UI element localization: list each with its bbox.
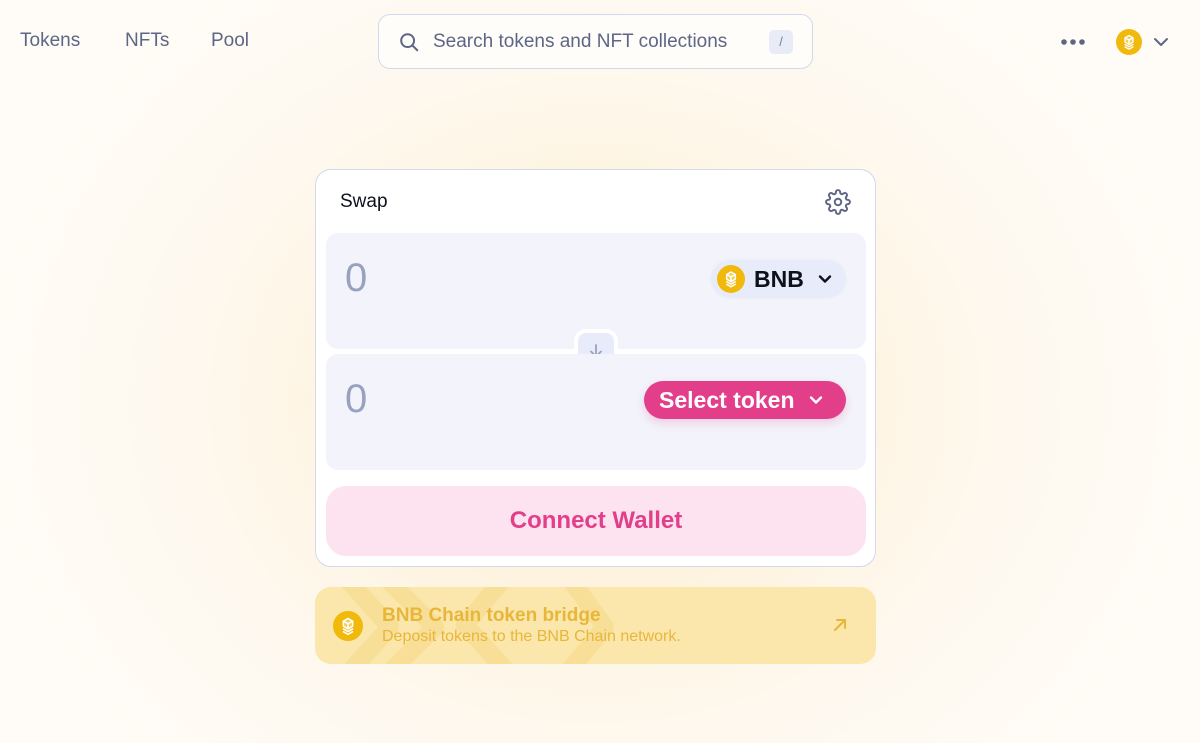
select-token-button[interactable]: Select token (644, 381, 846, 419)
nav-pool[interactable]: Pool (211, 30, 249, 52)
search-icon (400, 32, 419, 51)
to-amount-input[interactable] (345, 376, 625, 422)
more-options-button[interactable] (1058, 28, 1088, 56)
bnb-chain-icon (1116, 29, 1142, 55)
bridge-banner[interactable]: BNB Chain token bridge Deposit tokens to… (315, 587, 876, 664)
ellipsis-icon (1061, 39, 1085, 45)
swap-output-panel: Select token (326, 354, 866, 470)
bridge-subtitle: Deposit tokens to the BNB Chain network. (382, 628, 681, 645)
chevron-down-icon (1154, 38, 1168, 46)
swap-title: Swap (340, 191, 388, 212)
from-token-selector[interactable]: BNB (711, 260, 846, 298)
bnb-chain-icon (333, 611, 363, 641)
chevron-down-icon (818, 275, 832, 283)
settings-button[interactable] (825, 189, 851, 215)
chain-selector-button[interactable] (1116, 28, 1176, 56)
nav-nfts[interactable]: NFTs (125, 30, 169, 52)
bridge-title: BNB Chain token bridge (382, 605, 601, 626)
bnb-token-icon (717, 265, 745, 293)
search-shortcut-key: / (769, 29, 793, 54)
nav-tokens[interactable]: Tokens (20, 30, 80, 52)
select-token-label: Select token (659, 386, 795, 413)
chevron-down-icon (809, 396, 822, 404)
connect-wallet-button[interactable]: Connect Wallet (326, 486, 866, 556)
gear-icon (825, 189, 851, 215)
from-amount-input[interactable] (345, 255, 625, 301)
external-link-arrow-icon (834, 619, 846, 631)
search-bar[interactable]: / (378, 14, 813, 69)
search-input[interactable] (433, 30, 769, 53)
from-token-symbol: BNB (754, 265, 804, 292)
swap-card: Swap BNB (315, 169, 876, 567)
